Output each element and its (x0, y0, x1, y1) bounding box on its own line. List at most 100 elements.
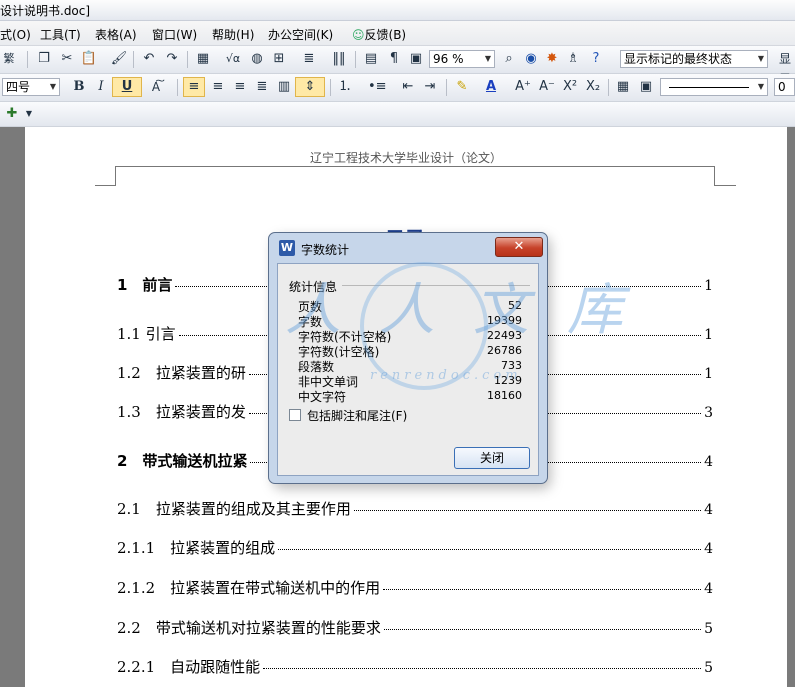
chevron-down-icon: ▼ (484, 54, 492, 63)
stat-label: 中文字符 (298, 390, 347, 404)
table-insert-icon[interactable]: ▦ (194, 49, 212, 69)
border-style-select[interactable]: ▼ (660, 78, 768, 96)
separator (27, 51, 28, 68)
chevron-down-icon[interactable]: ▼ (20, 104, 38, 124)
stat-value: 18160 (487, 389, 522, 402)
crop-mark (115, 166, 116, 186)
include-footnotes-label[interactable]: 包括脚注和尾注(F) (307, 407, 407, 424)
bullet-list-icon[interactable]: •≡ (368, 77, 387, 97)
menu-window[interactable]: 窗口(W) (152, 26, 197, 43)
table-grid-icon[interactable]: ⊞ (270, 49, 288, 69)
bold-button[interactable]: B (70, 77, 88, 97)
globe-icon[interactable]: ◍ (248, 49, 266, 69)
numbered-list-icon[interactable]: ⒈ (336, 77, 354, 97)
border-width-select[interactable]: 0 (774, 78, 795, 96)
find-icon[interactable]: ⌕ (500, 49, 518, 69)
menu-table[interactable]: 表格(A) (95, 26, 137, 43)
line-spacing-button[interactable]: ⇕ (295, 77, 325, 97)
crop-mark (714, 166, 715, 186)
grow-font-button[interactable]: A⁺ (514, 77, 532, 97)
separator (608, 79, 609, 96)
font-size-select[interactable]: 四号 ▼ (2, 78, 60, 96)
separator (187, 51, 188, 68)
document-map-icon[interactable]: ▤ (362, 49, 380, 69)
align-right-button[interactable]: ≡ (231, 77, 249, 97)
shirt-icon[interactable]: ♗ (564, 49, 582, 69)
close-icon[interactable]: ✕ (495, 237, 543, 257)
line-style-preview (669, 87, 749, 88)
subscript-button[interactable]: X₂ (584, 77, 602, 97)
dialog-title: 字数统计 (301, 243, 350, 257)
cut-icon[interactable]: ✂ (58, 49, 76, 69)
align-center-button[interactable]: ≡ (209, 77, 227, 97)
format-painter-icon[interactable]: 🖌 (110, 49, 128, 69)
undo-icon[interactable]: ↶ (140, 49, 158, 69)
crop-mark (714, 185, 736, 186)
window-title-bar: 设计说明书.doc] (0, 0, 795, 21)
chevron-down-icon: ▼ (49, 82, 57, 91)
menu-feedback[interactable]: ☺反馈(B) (352, 26, 406, 43)
separator (446, 79, 447, 96)
separator (177, 79, 178, 96)
toc-entry[interactable]: 2.1.1 拉紧装置的组成 4 (117, 537, 713, 558)
window-title: 设计说明书.doc] (0, 4, 91, 18)
menu-format[interactable]: 式(O) (0, 26, 31, 43)
separator (133, 51, 134, 68)
redo-icon[interactable]: ↷ (163, 49, 181, 69)
insert-table-icon[interactable]: ▦ (614, 77, 632, 97)
close-button[interactable]: 关闭 (454, 447, 530, 469)
watermark-url: renrendoc.com (370, 368, 522, 383)
watermark-logo-text: 人人文库 (285, 278, 661, 343)
page-icon[interactable]: ▣ (407, 49, 425, 69)
include-footnotes-checkbox[interactable] (289, 409, 301, 421)
align-left-button[interactable]: ≡ (183, 77, 205, 97)
chevron-down-icon: ▼ (757, 82, 765, 91)
highlight-icon[interactable]: ✎ (453, 77, 471, 97)
menu-help[interactable]: 帮助(H) (212, 26, 254, 43)
separator (330, 79, 331, 96)
italic-button[interactable]: I (92, 77, 110, 97)
extra-toolbar: ✚ ▼ (0, 102, 795, 127)
superscript-button[interactable]: X² (561, 77, 579, 97)
formatting-toolbar: 四号 ▼ B I U A͠ ≡ ≡ ≡ ≣ ▥ ⇕ ⒈ •≡ ⇤ ⇥ ✎ A A⁺… (0, 74, 795, 102)
feedback-icon: ☺ (352, 28, 365, 42)
menu-bar: 式(O) 工具(T) 表格(A) 窗口(W) 帮助(H) 办公空间(K) ☺反馈… (0, 21, 795, 46)
font-effect-button[interactable]: A͠ (147, 77, 165, 97)
dialog-title-bar[interactable]: W 字数统计 ✕ (269, 233, 547, 263)
reader-icon[interactable]: ◉ (522, 49, 540, 69)
crop-mark (95, 185, 116, 186)
columns-icon[interactable]: ≣ (300, 49, 318, 69)
menu-office-space[interactable]: 办公空间(K) (268, 26, 333, 43)
plus-icon[interactable]: ✚ (3, 104, 21, 124)
chart-bars-icon[interactable]: ‖‖ (330, 49, 348, 69)
star-icon[interactable]: ✸ (543, 49, 561, 69)
formula-icon[interactable]: √α (224, 49, 242, 69)
font-color-icon[interactable]: A (482, 77, 500, 97)
distributed-button[interactable]: ▥ (275, 77, 293, 97)
toc-entry[interactable]: 2.2.1 自动跟随性能 5 (117, 656, 713, 677)
increase-indent-icon[interactable]: ⇥ (421, 77, 439, 97)
wps-writer-icon: W (279, 240, 295, 256)
zoom-select[interactable]: 96 % ▼ (429, 50, 495, 68)
paste-icon[interactable]: 📋 (80, 49, 98, 69)
markup-view-select[interactable]: 显示标记的最终状态 ▼ (620, 50, 768, 68)
copy-icon[interactable]: ❐ (35, 49, 53, 69)
page-header: 辽宁工程技术大学毕业设计（论文） (309, 151, 502, 165)
shrink-font-button[interactable]: A⁻ (538, 77, 556, 97)
underline-button[interactable]: U (112, 77, 142, 97)
help-icon[interactable]: ? (587, 49, 605, 69)
toc-entry[interactable]: 2.1.2 拉紧装置在带式输送机中的作用 4 (117, 577, 713, 598)
show-menu-button[interactable]: 显示 (775, 49, 795, 86)
decrease-indent-icon[interactable]: ⇤ (399, 77, 417, 97)
border-icon[interactable]: ▣ (637, 77, 655, 97)
toc-entry[interactable]: 2.1 拉紧装置的组成及其主要作用 4 (117, 498, 713, 519)
traditional-chinese-button[interactable]: 繁 (0, 49, 18, 69)
show-marks-icon[interactable]: ¶ (385, 49, 403, 69)
header-rule (115, 166, 715, 167)
chevron-down-icon: ▼ (757, 54, 765, 63)
justify-button[interactable]: ≣ (253, 77, 271, 97)
menu-tools[interactable]: 工具(T) (40, 26, 81, 43)
toc-entry[interactable]: 2.2 带式输送机对拉紧装置的性能要求 5 (117, 617, 713, 638)
separator (355, 51, 356, 68)
standard-toolbar: 繁 ❐ ✂ 📋 🖌 ↶ ↷ ▦ √α ◍ ⊞ ≣ ‖‖ ▤ ¶ ▣ 96 % ▼ … (0, 46, 795, 86)
